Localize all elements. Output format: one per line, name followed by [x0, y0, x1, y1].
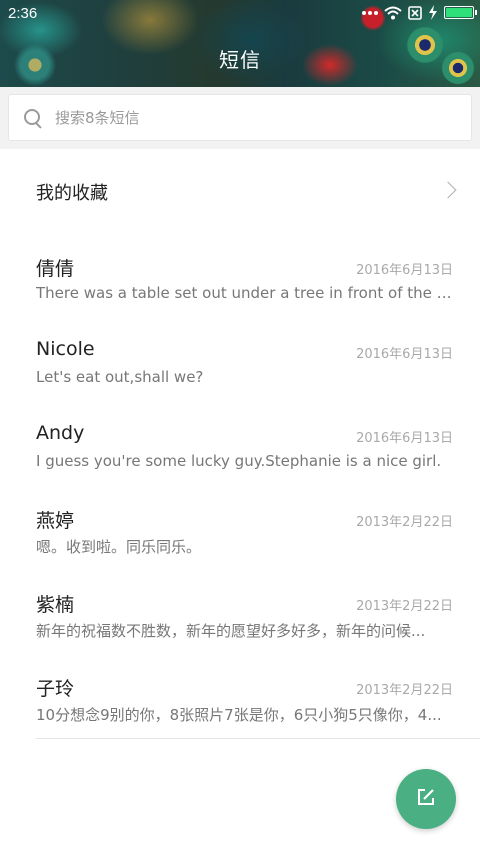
search-input[interactable]: 搜索8条短信 [8, 94, 472, 141]
contact-name: Andy [36, 422, 85, 444]
conversation-item[interactable]: 紫楠 2013年2月22日 新年的祝福数不胜数，新年的愿望好多好多，新年的问候.… [0, 570, 480, 654]
status-time: 2:36 [8, 5, 38, 22]
message-date: 2016年6月13日 [356, 347, 453, 362]
status-icons [362, 5, 477, 20]
sim-icon [408, 5, 422, 20]
message-preview: Let's eat out,shall we? [36, 368, 204, 386]
contact-name: Nicole [36, 338, 95, 360]
favorites-row[interactable]: 我的收藏 [0, 149, 480, 234]
message-date: 2016年6月13日 [356, 263, 453, 278]
message-preview: 10分想念9别的你，8张照片7张是你，6只小狗5只像你，4... [36, 706, 442, 724]
message-date: 2016年6月13日 [356, 431, 453, 446]
conversation-item[interactable]: Andy 2016年6月13日 I guess you're some luck… [0, 402, 480, 486]
charging-icon [428, 5, 438, 20]
contact-name: 燕婷 [36, 510, 75, 532]
status-bar: 2:36 [0, 0, 480, 28]
search-area: 搜索8条短信 [0, 87, 480, 149]
divider [36, 738, 480, 739]
compose-icon [416, 787, 436, 811]
message-date: 2013年2月22日 [356, 515, 453, 530]
message-preview: 嗯。收到啦。同乐同乐。 [36, 538, 202, 556]
conversation-item[interactable]: 倩倩 2016年6月13日 There was a table set out … [0, 234, 480, 318]
conversation-item[interactable]: 燕婷 2013年2月22日 嗯。收到啦。同乐同乐。 [0, 486, 480, 570]
page-title: 短信 [219, 48, 261, 72]
compose-button[interactable] [396, 769, 456, 829]
message-preview: There was a table set out under a tree i… [36, 284, 454, 302]
wifi-icon [384, 6, 402, 20]
message-date: 2013年2月22日 [356, 599, 453, 614]
message-preview: I guess you're some lucky guy.Stephanie … [36, 452, 442, 470]
search-icon [23, 108, 43, 128]
contact-name: 倩倩 [36, 258, 75, 280]
contact-name: 子玲 [36, 678, 75, 700]
chevron-right-icon [439, 181, 457, 199]
conversation-item[interactable]: 子玲 2013年2月22日 10分想念9别的你，8张照片7张是你，6只小狗5只像… [0, 654, 480, 738]
search-placeholder: 搜索8条短信 [55, 109, 140, 127]
favorites-label: 我的收藏 [36, 182, 108, 204]
battery-icon [444, 6, 477, 19]
contact-name: 紫楠 [36, 594, 75, 616]
message-preview: 新年的祝福数不胜数，新年的愿望好多好多，新年的问候... [36, 622, 426, 640]
more-icon [362, 10, 378, 16]
message-date: 2013年2月22日 [356, 683, 453, 698]
header: 2:36 短信 [0, 0, 480, 87]
conversation-item[interactable]: Nicole 2016年6月13日 Let's eat out,shall we… [0, 318, 480, 402]
